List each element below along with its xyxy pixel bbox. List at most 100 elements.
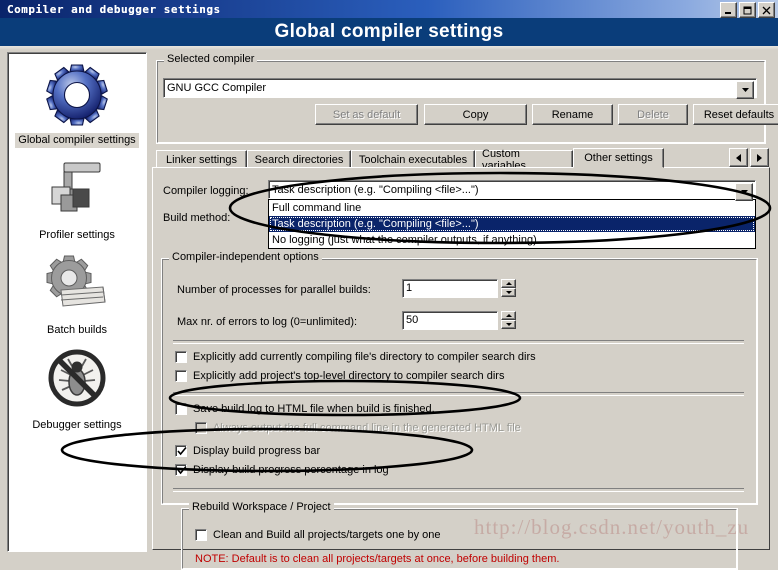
checkbox-label: Display build progress percentage in log bbox=[193, 464, 389, 476]
close-button[interactable] bbox=[758, 2, 775, 18]
checkbox-save-build-log-html[interactable]: Save build log to HTML file when build i… bbox=[175, 402, 435, 416]
tab-label: Toolchain executables bbox=[358, 153, 468, 166]
checkbox-box[interactable] bbox=[195, 422, 207, 434]
checkbox-box[interactable] bbox=[175, 464, 187, 476]
checkbox-label: Always output the full command line in t… bbox=[213, 422, 521, 434]
compiler-select[interactable]: GNU GCC Compiler bbox=[163, 78, 757, 99]
checkbox-label: Clean and Build all projects/targets one… bbox=[213, 529, 441, 541]
reset-defaults-button[interactable]: Reset defaults bbox=[693, 104, 778, 125]
compiler-logging-select[interactable]: Task description (e.g. "Compiling <file>… bbox=[268, 180, 756, 201]
stepper-down-icon[interactable] bbox=[501, 288, 516, 297]
compiler-independent-options-label: Compiler-independent options bbox=[169, 252, 322, 263]
minimize-button[interactable] bbox=[720, 2, 737, 18]
page-banner: Global compiler settings bbox=[0, 18, 778, 46]
checkbox-box[interactable] bbox=[175, 351, 187, 363]
divider bbox=[173, 340, 744, 344]
checkbox-box[interactable] bbox=[175, 370, 187, 382]
tab-label: Linker settings bbox=[166, 153, 237, 166]
tab-toolchain-executables[interactable]: Toolchain executables bbox=[351, 150, 475, 168]
other-settings-page: Compiler logging: Build method: Task des… bbox=[152, 167, 770, 570]
delete-label: Delete bbox=[637, 108, 669, 121]
max-errors-label: Max nr. of errors to log (0=unlimited): bbox=[177, 316, 358, 328]
dropdown-option[interactable]: Full command line bbox=[269, 200, 755, 216]
copy-label: Copy bbox=[462, 108, 489, 121]
processes-input[interactable]: 1 bbox=[402, 279, 498, 298]
sidebar-item-label: Profiler settings bbox=[39, 229, 115, 241]
build-method-label: Build method: bbox=[163, 212, 231, 224]
reset-defaults-label: Reset defaults bbox=[703, 108, 775, 121]
compiler-select-value: GNU GCC Compiler bbox=[167, 82, 267, 94]
stepper-up-icon[interactable] bbox=[501, 279, 516, 288]
sidebar-item-label: Batch builds bbox=[47, 324, 107, 336]
checkbox-box[interactable] bbox=[175, 445, 187, 457]
checkbox-display-build-progress-percentage[interactable]: Display build progress percentage in log bbox=[175, 463, 389, 477]
checkbox-display-build-progress-bar[interactable]: Display build progress bar bbox=[175, 444, 320, 458]
checkbox-label: Explicitly add currently compiling file'… bbox=[193, 351, 536, 363]
selected-compiler-group: Selected compiler bbox=[156, 54, 766, 144]
set-as-default-label: Set as default bbox=[332, 108, 401, 121]
check-mark-icon bbox=[177, 465, 187, 478]
set-as-default-button[interactable]: Set as default bbox=[315, 104, 418, 125]
rebuild-workspace-group-label: Rebuild Workspace / Project bbox=[189, 502, 334, 513]
settings-content-panel: Selected compiler GNU GCC Compiler Set a… bbox=[152, 52, 778, 570]
tab-linker-settings[interactable]: Linker settings bbox=[156, 150, 247, 168]
divider bbox=[173, 488, 744, 492]
tab-custom-variables[interactable]: Custom variables bbox=[475, 148, 573, 172]
sidebar-item-batch-builds[interactable]: Batch builds bbox=[8, 249, 146, 338]
sidebar-item-profiler-settings[interactable]: Profiler settings bbox=[8, 154, 146, 243]
tab-scroll-buttons[interactable] bbox=[729, 148, 769, 167]
checkbox-clean-and-build-one-by-one[interactable]: Clean and Build all projects/targets one… bbox=[195, 528, 440, 542]
max-errors-stepper[interactable] bbox=[501, 311, 516, 330]
settings-category-list[interactable]: Global compiler settings Profiler settin… bbox=[7, 52, 147, 552]
caliper-blocks-icon bbox=[38, 154, 116, 226]
no-bug-icon bbox=[38, 344, 116, 416]
stepper-up-icon[interactable] bbox=[501, 311, 516, 320]
rebuild-note: NOTE: Default is to clean all projects/t… bbox=[195, 553, 560, 565]
max-errors-input[interactable]: 50 bbox=[402, 311, 498, 330]
gear-stack-icon bbox=[38, 249, 116, 321]
checkbox-add-project-toplevel-dir[interactable]: Explicitly add project's top-level direc… bbox=[175, 369, 504, 383]
tab-scroll-left-icon[interactable] bbox=[729, 148, 748, 167]
checkbox-always-output-full-command-line[interactable]: Always output the full command line in t… bbox=[195, 421, 521, 435]
processes-stepper[interactable] bbox=[501, 279, 516, 298]
gear-icon bbox=[38, 59, 116, 131]
dropdown-option[interactable]: No logging (just what the compiler outpu… bbox=[269, 232, 755, 248]
settings-tab-strip[interactable]: Linker settings Search directories Toolc… bbox=[152, 148, 770, 172]
rename-button[interactable]: Rename bbox=[532, 104, 613, 125]
checkbox-label: Display build progress bar bbox=[193, 445, 321, 457]
check-mark-icon bbox=[177, 446, 187, 459]
checkbox-label: Explicitly add project's top-level direc… bbox=[193, 370, 505, 382]
banner-separator bbox=[0, 46, 778, 50]
chevron-down-icon[interactable] bbox=[735, 183, 753, 201]
rename-label: Rename bbox=[551, 108, 594, 121]
tab-search-directories[interactable]: Search directories bbox=[247, 150, 351, 168]
window-title-bar: Compiler and debugger settings bbox=[0, 0, 778, 18]
checkbox-add-compiling-file-dir[interactable]: Explicitly add currently compiling file'… bbox=[175, 350, 536, 364]
page-title: Global compiler settings bbox=[274, 21, 504, 42]
processes-label: Number of processes for parallel builds: bbox=[177, 284, 371, 296]
window-controls bbox=[720, 2, 775, 18]
checkbox-label: Save build log to HTML file when build i… bbox=[193, 403, 435, 415]
delete-button[interactable]: Delete bbox=[618, 104, 688, 125]
tab-label: Other settings bbox=[584, 152, 653, 164]
dropdown-option-selected[interactable]: Task description (e.g. "Compiling <file>… bbox=[269, 216, 755, 232]
settings-dialog: Compiler and debugger settings Global co… bbox=[0, 0, 778, 570]
max-errors-input-value: 50 bbox=[406, 314, 419, 326]
checkbox-box[interactable] bbox=[195, 529, 207, 541]
sidebar-item-label: Debugger settings bbox=[32, 419, 122, 431]
sidebar-item-debugger-settings[interactable]: Debugger settings bbox=[8, 344, 146, 433]
maximize-button[interactable] bbox=[739, 2, 756, 18]
sidebar-item-global-compiler-settings[interactable]: Global compiler settings bbox=[8, 59, 146, 148]
sidebar-item-label: Global compiler settings bbox=[15, 133, 139, 148]
compiler-logging-label: Compiler logging: bbox=[163, 185, 249, 197]
tab-other-settings[interactable]: Other settings bbox=[573, 148, 664, 168]
compiler-logging-dropdown-list[interactable]: Full command line Task description (e.g.… bbox=[268, 199, 756, 249]
stepper-down-icon[interactable] bbox=[501, 320, 516, 329]
compiler-logging-value: Task description (e.g. "Compiling <file>… bbox=[272, 183, 479, 196]
copy-button[interactable]: Copy bbox=[424, 104, 527, 125]
tab-scroll-right-icon[interactable] bbox=[750, 148, 769, 167]
checkbox-box[interactable] bbox=[175, 403, 187, 415]
divider bbox=[173, 392, 744, 396]
chevron-down-icon[interactable] bbox=[736, 81, 754, 99]
processes-input-value: 1 bbox=[406, 282, 413, 294]
